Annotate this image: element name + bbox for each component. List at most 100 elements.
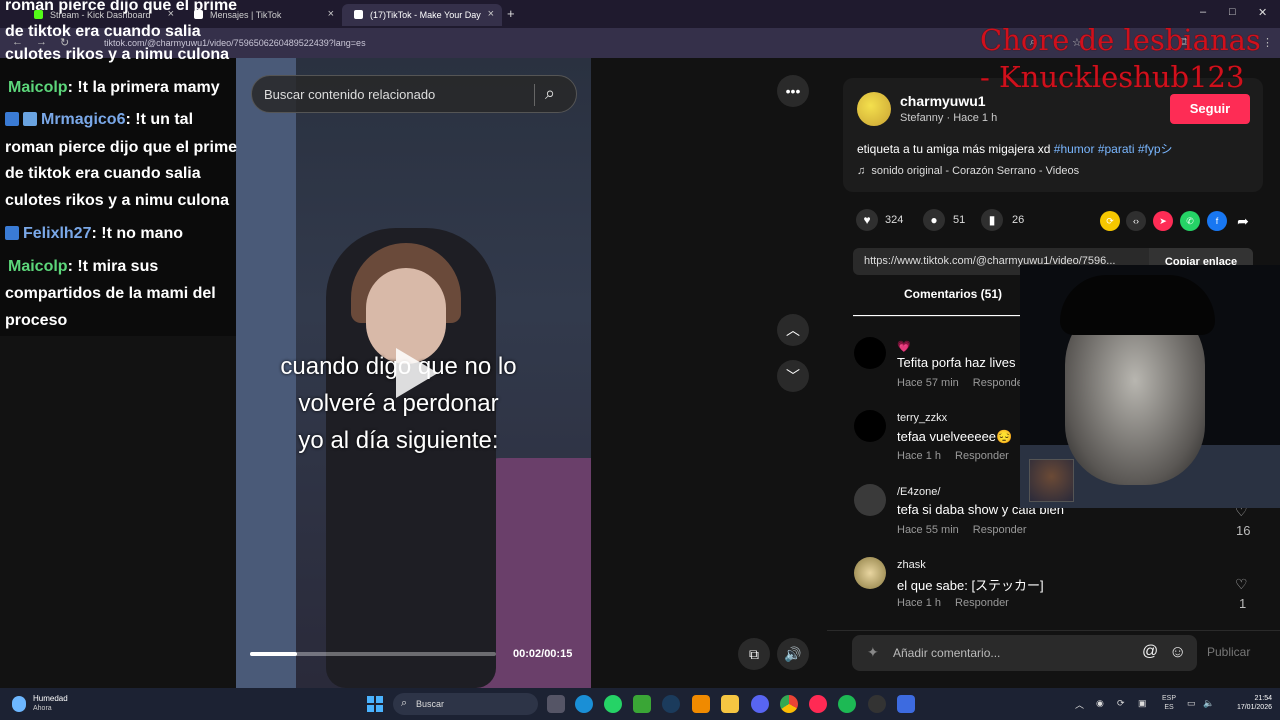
network-icon[interactable]: ▭ <box>1187 698 1196 709</box>
task-view-icon[interactable] <box>547 695 565 713</box>
discord-icon[interactable] <box>751 695 769 713</box>
comment-like-count: 16 <box>1236 523 1251 538</box>
video-progress-bar[interactable] <box>250 652 496 656</box>
music-note-icon: ♫ <box>857 165 872 177</box>
comment-meta: Hace 1 h Responder <box>897 450 1009 462</box>
chat-message: Maicolp: !t la primera mamy <box>8 74 220 101</box>
next-video-button[interactable]: ﹀ <box>777 360 809 392</box>
chat-nick: Maicolp <box>8 79 68 96</box>
repost-icon[interactable]: ⟳ <box>1100 211 1120 231</box>
chat-messages: roman pierce dijo que el prime de tiktok… <box>0 0 252 336</box>
chat-nick: Mrmagico6 <box>41 111 126 128</box>
comment-meta: Hace 57 min Responder <box>897 377 1027 389</box>
steam-icon[interactable] <box>662 695 680 713</box>
post-username[interactable]: charmyuwu1 <box>900 93 986 109</box>
language-indicator[interactable]: ESP ES <box>1162 694 1176 712</box>
chat-line: de tiktok era cuando salia <box>5 165 201 182</box>
chat-line: culotes rikos y a nimu culona <box>5 192 230 209</box>
embed-icon[interactable]: ‹› <box>1126 211 1146 231</box>
avatar[interactable] <box>854 337 886 369</box>
search-icon[interactable]: ⌕ <box>545 83 555 104</box>
mini-thumbnail <box>1029 459 1074 502</box>
reply-button[interactable]: Responder <box>955 450 1009 462</box>
file-explorer-icon[interactable] <box>721 695 739 713</box>
tray-icon[interactable]: ◉ <box>1096 698 1104 709</box>
chat-message: Felixlh27: !t no mano <box>5 220 183 247</box>
play-icon[interactable] <box>396 348 438 398</box>
more-options-button[interactable]: ••• <box>777 75 809 107</box>
clock[interactable]: 21:54 17/01/2026 <box>1222 694 1272 712</box>
app-icon[interactable] <box>897 695 915 713</box>
previous-video-button[interactable]: ︿ <box>777 314 809 346</box>
maximize-button[interactable]: □ <box>1229 6 1236 18</box>
post-description: etiqueta a tu amiga más migajera xd #hum… <box>857 142 1173 156</box>
whatsapp-icon[interactable] <box>604 695 622 713</box>
miniplayer-button[interactable]: ⧉ <box>738 638 770 670</box>
reply-button[interactable]: Responder <box>955 597 1009 609</box>
droplet-icon[interactable] <box>12 696 26 712</box>
bookmark-icon[interactable]: ▮ <box>981 209 1003 231</box>
facebook-icon[interactable]: f <box>1207 211 1227 231</box>
chrome-icon[interactable] <box>780 695 798 713</box>
volume-icon[interactable]: 🔈 <box>1203 698 1214 709</box>
chevron-up-icon[interactable]: ︿ <box>1075 698 1084 711</box>
mention-icon[interactable]: @ <box>1142 643 1158 661</box>
avatar[interactable] <box>854 484 886 516</box>
avatar[interactable] <box>857 92 891 126</box>
hashtag[interactable]: #parati <box>1098 142 1135 156</box>
close-window-button[interactable]: ✕ <box>1258 6 1267 19</box>
save-count: 26 <box>1012 214 1025 226</box>
send-icon[interactable]: ➤ <box>1153 211 1173 231</box>
comment-author[interactable]: /E4zone/ <box>897 486 940 498</box>
comment-author[interactable]: terry_zzkx <box>897 412 947 424</box>
close-icon[interactable]: × <box>488 8 494 20</box>
like-count: 324 <box>885 214 904 226</box>
sync-icon[interactable]: ⟳ <box>1117 698 1125 709</box>
new-tab-button[interactable]: + <box>507 6 515 21</box>
reply-button[interactable]: Responder <box>973 524 1027 536</box>
comment-text: Tefita porfa haz lives <box>897 355 1016 370</box>
follow-button[interactable]: Seguir <box>1170 94 1250 124</box>
comment-like-icon[interactable]: ♡ <box>1235 576 1248 593</box>
tab-tiktok-main[interactable]: (17)TikTok - Make Your Day × <box>342 4 502 26</box>
minimize-button[interactable]: – <box>1200 6 1206 18</box>
comment-bubble-icon[interactable]: ● <box>923 209 945 231</box>
video-progress-fill <box>250 652 297 656</box>
comment-author[interactable]: zhask <box>897 559 926 571</box>
volume-button[interactable]: 🔊 <box>777 638 809 670</box>
chat-line: compartidos de la mami del <box>5 285 216 302</box>
obs-icon[interactable] <box>868 695 886 713</box>
vlc-icon[interactable] <box>692 695 710 713</box>
opera-gx-icon[interactable] <box>809 695 827 713</box>
hashtag[interactable]: #fypシ <box>1138 142 1173 156</box>
weather-subtitle: Ahora <box>33 705 52 712</box>
emoji-sticker-icon[interactable]: ✦ <box>867 644 879 661</box>
xbox-icon[interactable] <box>633 695 651 713</box>
like-heart-icon[interactable]: ♥ <box>856 209 878 231</box>
menu-icon[interactable]: ⋮ <box>1262 36 1273 49</box>
search-icon: ⌕ <box>401 697 408 709</box>
publish-button[interactable]: Publicar <box>1207 645 1250 659</box>
hashtag[interactable]: #humor <box>1054 142 1095 156</box>
related-search-input[interactable]: Buscar contenido relacionado ⌕ <box>251 75 577 113</box>
taskbar-search-input[interactable]: ⌕ Buscar <box>393 693 538 715</box>
close-icon[interactable]: × <box>328 8 334 20</box>
post-music[interactable]: ♫ sonido original - Corazón Serrano - Vi… <box>857 165 1079 177</box>
edge-icon[interactable] <box>575 695 593 713</box>
share-arrow-icon[interactable]: ➦ <box>1233 211 1253 231</box>
emoji-icon[interactable]: ☺ <box>1169 642 1186 662</box>
comment-author[interactable]: 💗 <box>897 340 911 353</box>
whatsapp-icon[interactable]: ✆ <box>1180 211 1200 231</box>
badge-icon <box>23 112 37 126</box>
comment-text: el que sabe: [ステッカー] <box>897 578 1044 593</box>
reply-button[interactable]: Responder <box>973 377 1027 389</box>
spotify-icon[interactable] <box>838 695 856 713</box>
windows-taskbar: Humedad Ahora ⌕ Buscar ︿ ◉ ⟳ ▣ ESP ES ▭ … <box>0 688 1280 720</box>
windows-start-icon[interactable] <box>367 696 383 712</box>
comment-meta: Hace 1 h Responder <box>897 597 1009 609</box>
weather-title[interactable]: Humedad <box>33 694 68 703</box>
tray-icon[interactable]: ▣ <box>1138 698 1147 709</box>
avatar[interactable] <box>854 557 886 589</box>
avatar[interactable] <box>854 410 886 442</box>
comment-input[interactable]: ✦ Añadir comentario... @ ☺ <box>852 635 1197 671</box>
